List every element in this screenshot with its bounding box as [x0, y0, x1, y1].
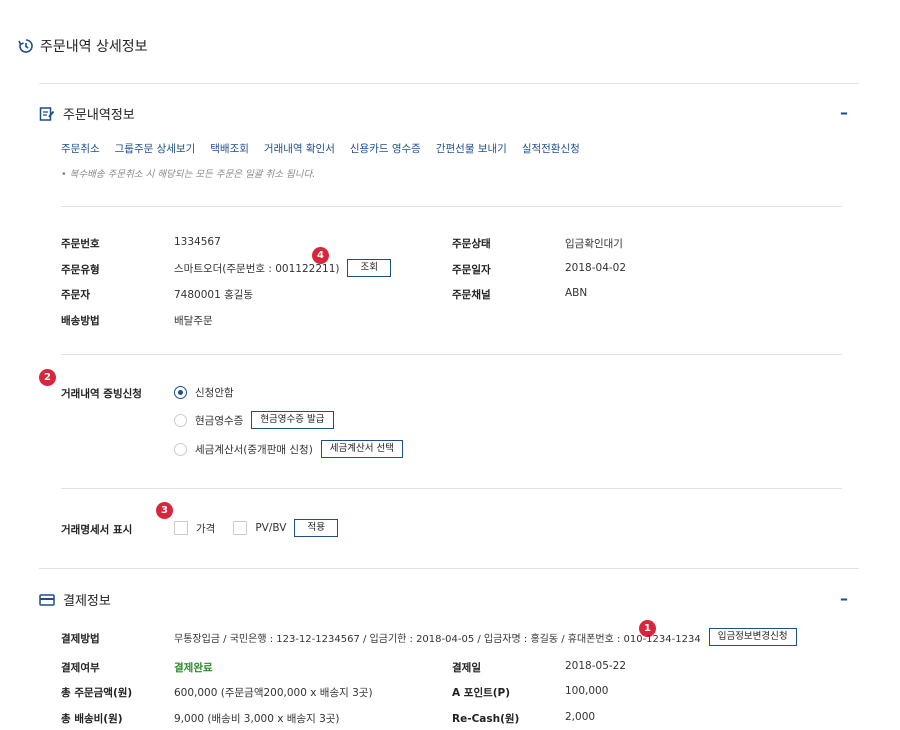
cancel-note: • 복수배송 주문취소 시 해당되는 모든 주문은 일괄 취소 됩니다. — [61, 169, 316, 180]
orderer-label: 주문자 — [61, 289, 90, 301]
proof-label: 거래내역 증빙신청 — [61, 388, 142, 400]
a-point-value: 100,000 — [565, 685, 609, 697]
order-type-row: 스마트오더(주문번호 : 001122211) 조회 — [174, 259, 391, 277]
total-amount-label: 총 주문금액(원) — [61, 687, 133, 699]
annotation-badge-2: 2 — [39, 369, 56, 386]
link-delivery-tracking[interactable]: 택배조회 — [210, 141, 249, 156]
payment-section-title: 결제정보 — [39, 590, 111, 609]
order-status-label: 주문상태 — [452, 238, 491, 250]
cash-receipt-issue-button[interactable]: 현금영수증 발급 — [251, 411, 334, 429]
delivery-method-value: 배달주문 — [174, 315, 213, 327]
link-send-gift[interactable]: 간편선물 보내기 — [436, 141, 507, 156]
delivery-method-label: 배송방법 — [61, 315, 100, 327]
proof-option-none-label: 신청안함 — [195, 387, 234, 399]
lookup-button[interactable]: 조회 — [347, 259, 391, 277]
statement-label: 거래명세서 표시 — [61, 524, 133, 536]
link-cancel-order[interactable]: 주문취소 — [61, 141, 100, 156]
payment-date-label: 결제일 — [452, 662, 481, 674]
order-section-title-text: 주문내역정보 — [63, 108, 135, 123]
price-checkbox[interactable] — [174, 521, 188, 535]
order-type-label: 주문유형 — [61, 264, 100, 276]
credit-card-icon — [39, 593, 55, 606]
proof-option-tax-invoice[interactable]: 세금계산서(중개판매 신청) 세금계산서 선택 — [174, 440, 403, 458]
page-title: 주문내역 상세정보 — [18, 36, 148, 56]
link-group-order-detail[interactable]: 그룹주문 상세보기 — [115, 141, 196, 156]
payment-method-row: 무통장입금 / 국민은행 : 123-12-1234567 / 입금기한 : 2… — [174, 628, 797, 646]
order-no-value: 1334567 — [174, 236, 221, 248]
edit-document-icon — [39, 106, 55, 121]
order-date-label: 주문일자 — [452, 264, 491, 276]
link-transaction-confirmation[interactable]: 거래내역 확인서 — [264, 141, 335, 156]
order-channel-value: ABN — [565, 287, 588, 299]
link-performance-conversion[interactable]: 실적전환신청 — [522, 141, 580, 156]
price-checkbox-label: 가격 — [196, 522, 216, 535]
proof-option-tax-label: 세금계산서(중개판매 신청) — [195, 443, 313, 456]
recash-label: Re-Cash(원) — [452, 713, 520, 725]
order-no-label: 주문번호 — [61, 238, 100, 250]
shipping-fee-value: 9,000 (배송비 3,000 x 배송지 3곳) — [174, 713, 340, 725]
tax-invoice-select-button[interactable]: 세금계산서 선택 — [320, 440, 403, 458]
proof-option-cash-receipt[interactable]: 현금영수증 현금영수증 발급 — [174, 411, 334, 429]
total-amount-value: 600,000 (주문금액200,000 x 배송지 3곳) — [174, 687, 373, 699]
divider — [61, 354, 842, 355]
deposit-info-change-button[interactable]: 입금정보변경신청 — [708, 628, 797, 646]
statement-options: 가격 PV/BV 적용 — [174, 519, 338, 537]
link-card-receipt[interactable]: 신용카드 영수증 — [350, 141, 421, 156]
proof-option-cash-label: 현금영수증 — [195, 414, 244, 427]
recash-value: 2,000 — [565, 711, 596, 723]
annotation-badge-4: 4 — [312, 247, 329, 264]
shipping-fee-label: 총 배송비(원) — [61, 713, 123, 725]
order-section-title: 주문내역정보 — [39, 104, 135, 123]
apply-button[interactable]: 적용 — [294, 519, 338, 537]
order-type-value: 스마트오더(주문번호 : 001122211) — [174, 262, 340, 275]
order-date-value: 2018-04-02 — [565, 262, 627, 274]
order-channel-label: 주문채널 — [452, 289, 491, 301]
radio-cash-receipt[interactable] — [174, 413, 187, 427]
order-status-value: 입금확인대기 — [565, 238, 623, 250]
payment-date-value: 2018-05-22 — [565, 660, 627, 672]
payment-section-title-text: 결제정보 — [63, 594, 111, 609]
annotation-badge-3: 3 — [156, 502, 173, 519]
pvbv-checkbox[interactable] — [233, 521, 248, 535]
payment-status-value: 결제완료 — [174, 662, 213, 674]
payment-collapse-button[interactable]: – — [840, 589, 848, 608]
payment-status-label: 결제여부 — [61, 662, 100, 674]
divider — [39, 83, 859, 84]
page-title-text: 주문내역 상세정보 — [40, 39, 148, 55]
divider — [39, 568, 859, 569]
payment-method-value: 무통장입금 / 국민은행 : 123-12-1234567 / 입금기한 : 2… — [174, 633, 701, 645]
radio-tax-invoice[interactable] — [174, 442, 187, 456]
orderer-value: 7480001 홍길동 — [174, 289, 254, 301]
divider — [61, 206, 842, 207]
a-point-label: A 포인트(P) — [452, 687, 511, 699]
order-action-links: 주문취소 그룹주문 상세보기 택배조회 거래내역 확인서 신용카드 영수증 간편… — [61, 141, 580, 156]
order-collapse-button[interactable]: – — [840, 103, 848, 122]
payment-method-label: 결제방법 — [61, 633, 100, 645]
history-icon — [18, 39, 33, 53]
proof-option-none[interactable]: 신청안함 — [174, 385, 234, 400]
radio-none[interactable] — [174, 386, 187, 399]
divider — [61, 488, 842, 489]
pvbv-checkbox-label: PV/BV — [255, 522, 287, 534]
